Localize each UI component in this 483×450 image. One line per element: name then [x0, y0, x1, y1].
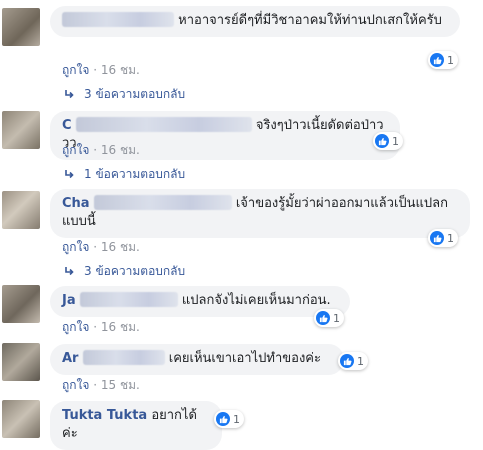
author-name[interactable]: Ja [62, 293, 76, 308]
reaction-count: 1 [447, 53, 454, 67]
blurred-author-name [75, 117, 252, 132]
separator-dot: · [93, 320, 101, 334]
reaction-badge[interactable]: 1 [428, 51, 458, 69]
replies-label: 3 ข้อความตอบกลับ [84, 87, 186, 101]
timestamp[interactable]: 15 ชม. [101, 378, 140, 392]
comment-bubble: หาอาจารย์ดีๆที่มีวิชาอาคมให้ท่านปกเสกให้… [50, 6, 460, 37]
reaction-count: 1 [392, 134, 399, 148]
like-icon [430, 53, 444, 67]
reply-arrow-icon [65, 266, 74, 275]
avatar[interactable] [2, 111, 40, 149]
comment-meta: ถูกใจ · 16 ชม. [62, 141, 140, 160]
reaction-badge[interactable]: 1 [214, 410, 244, 428]
replies-label: 3 ข้อความตอบกลับ [84, 264, 186, 278]
blurred-author-name [62, 12, 174, 27]
replies-label: 1 ข้อความตอบกลับ [84, 167, 186, 181]
comment-meta: ถูกใจ · 15 ชม. [62, 376, 140, 395]
comment-bubble: Tukta Tukta อยากได้ค่ะ [50, 401, 222, 450]
reaction-badge[interactable]: 1 [338, 352, 368, 370]
separator-dot: · [93, 240, 101, 254]
like-icon [340, 354, 354, 368]
view-replies-link[interactable]: 3 ข้อความตอบกลับ [64, 85, 185, 104]
author-name[interactable]: Tukta Tukta [62, 408, 147, 423]
avatar[interactable] [2, 285, 40, 323]
like-link[interactable]: ถูกใจ [62, 320, 89, 334]
view-replies-link[interactable]: 3 ข้อความตอบกลับ [64, 262, 185, 281]
timestamp[interactable]: 16 ชม. [101, 63, 140, 77]
comment-text: เคยเห็นเขาเอาไปทำของค่ะ [168, 351, 321, 366]
comment-meta: ถูกใจ · 16 ชม. [62, 238, 140, 257]
reaction-count: 1 [333, 311, 340, 325]
like-link[interactable]: ถูกใจ [62, 240, 89, 254]
comment-meta: ถูกใจ · 16 ชม. [62, 318, 140, 337]
author-name[interactable]: C [62, 118, 72, 133]
avatar[interactable] [2, 343, 40, 381]
blurred-author-name [79, 292, 178, 307]
blurred-author-name [82, 350, 165, 365]
like-icon [430, 231, 444, 245]
separator-dot: · [93, 63, 101, 77]
comment-bubble: Ja แปลกจังไม่เคยเห็นมาก่อน. [50, 286, 350, 317]
view-replies-link[interactable]: 1 ข้อความตอบกลับ [64, 165, 185, 184]
comment-meta: ถูกใจ · 16 ชม. [62, 61, 140, 80]
reaction-badge[interactable]: 1 [373, 132, 403, 150]
like-icon [316, 311, 330, 325]
avatar[interactable] [2, 400, 40, 438]
author-name[interactable]: Cha [62, 196, 90, 211]
blurred-author-name [93, 195, 232, 210]
timestamp[interactable]: 16 ชม. [101, 143, 140, 157]
reaction-badge[interactable]: 1 [428, 229, 458, 247]
separator-dot: · [93, 378, 101, 392]
reaction-badge[interactable]: 1 [314, 309, 344, 327]
comment-bubble: Ar เคยเห็นเขาเอาไปทำของค่ะ [50, 344, 344, 375]
comment-text: หาอาจารย์ดีๆที่มีวิชาอาคมให้ท่านปกเสกให้… [178, 13, 442, 28]
reaction-count: 1 [447, 231, 454, 245]
timestamp[interactable]: 16 ชม. [101, 320, 140, 334]
like-link[interactable]: ถูกใจ [62, 378, 89, 392]
avatar[interactable] [2, 191, 40, 229]
avatar[interactable] [2, 8, 40, 46]
like-link[interactable]: ถูกใจ [62, 143, 89, 157]
comment-bubble: Cha เจ้าของรู้มั้ยว่าผ่าออกมาแล้วเป็นแปล… [50, 189, 470, 238]
author-name[interactable]: Ar [62, 351, 78, 366]
like-icon [216, 412, 230, 426]
reaction-count: 1 [357, 354, 364, 368]
reaction-count: 1 [233, 412, 240, 426]
like-icon [375, 134, 389, 148]
like-link[interactable]: ถูกใจ [62, 63, 89, 77]
comment-text: แปลกจังไม่เคยเห็นมาก่อน. [181, 293, 331, 308]
timestamp[interactable]: 16 ชม. [101, 240, 140, 254]
separator-dot: · [93, 143, 101, 157]
reply-arrow-icon [65, 89, 74, 98]
reply-arrow-icon [65, 169, 74, 178]
